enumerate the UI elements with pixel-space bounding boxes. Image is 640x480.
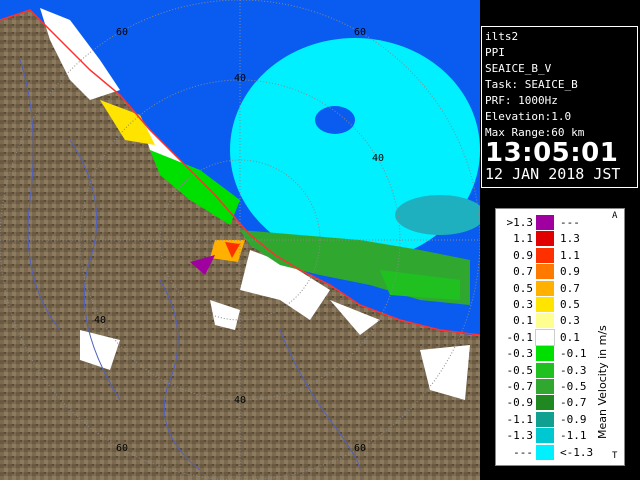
legend-label-min: 0.3 xyxy=(513,298,533,311)
legend-label-max: 0.5 xyxy=(560,298,580,311)
legend-label-min: -1.1 xyxy=(506,412,534,426)
legend-label-max: 0.1 xyxy=(560,330,580,344)
legend-swatch xyxy=(536,280,554,296)
legend-label-min: 1.1 xyxy=(513,232,533,246)
legend-swatch xyxy=(535,328,555,346)
radar-image xyxy=(0,0,480,480)
legend-label-max: -0.9 xyxy=(560,412,587,426)
ring-label: 60 xyxy=(354,443,367,454)
ring-label: 40 xyxy=(234,395,247,406)
legend-label-min: -1.3 xyxy=(506,429,534,443)
prf-line: PRF: 1000Hz xyxy=(485,94,558,107)
product-type: PPI xyxy=(485,46,505,59)
side-panel: ilts2 PPI SEAICE_B_V Task: SEAICE_B PRF:… xyxy=(480,0,640,480)
legend-swatch xyxy=(536,346,554,362)
legend-title: Mean Velocity in m/s xyxy=(596,325,609,439)
ring-label: 60 xyxy=(116,443,129,454)
legend-label-min: 0.5 xyxy=(513,281,533,295)
legend-swatch xyxy=(536,428,554,444)
legend-label-max: -0.3 xyxy=(560,363,587,377)
ring-label: 40 xyxy=(372,153,385,164)
legend-swatch xyxy=(536,264,554,280)
ring-label: 40 xyxy=(234,73,247,84)
legend-label-max: 0.9 xyxy=(560,265,580,279)
legend-label-min: -0.5 xyxy=(506,363,534,377)
legend-label-max: -0.5 xyxy=(560,380,587,393)
legend-label-max: -0.1 xyxy=(560,347,587,361)
legend-label-min: >1.3 xyxy=(506,216,534,229)
legend-swatch xyxy=(536,247,554,263)
scan-name: SEAICE_B_V xyxy=(485,62,552,75)
legend-label-min: --- xyxy=(513,445,533,459)
ring-label: 40 xyxy=(94,315,107,326)
legend-swatch xyxy=(536,379,554,394)
elevation-line: Elevation:1.0 xyxy=(485,110,572,123)
scan-info-box: ilts2 PPI SEAICE_B_V Task: SEAICE_B PRF:… xyxy=(481,26,638,188)
legend-label-max: 1.3 xyxy=(560,232,580,246)
legend-label-max: 1.1 xyxy=(560,248,580,262)
legend-swatch xyxy=(536,395,554,411)
legend-label-min: -0.3 xyxy=(506,347,534,361)
legend-label-min: -0.7 xyxy=(506,380,534,393)
legend-label-min: 0.9 xyxy=(513,248,533,262)
legend-label-max: 0.7 xyxy=(560,281,580,295)
legend-label-max: -1.1 xyxy=(560,429,587,443)
legend-swatch xyxy=(536,297,554,312)
legend-top-mark: A xyxy=(612,211,618,221)
legend-swatch xyxy=(536,411,554,427)
legend-label-min: -0.9 xyxy=(506,396,534,410)
legend-swatch xyxy=(536,313,554,329)
ring-label: 60 xyxy=(116,27,129,38)
velocity-legend: >1.3 --- 1.1 1.3 0.9 1.1 0.7 0.9 0.5 0.7 0.3 0.5 0.1… xyxy=(495,208,625,466)
radar-name: ilts2 xyxy=(485,30,519,43)
legend-label-min: 0.7 xyxy=(513,265,533,279)
radar-ppi-display[interactable]: 60 60 40 40 40 40 60 60 xyxy=(0,0,480,480)
legend-label-max: 0.3 xyxy=(560,314,580,328)
legend-label-max: <-1.3 xyxy=(560,445,594,459)
legend-label-min: -0.1 xyxy=(506,330,534,344)
ring-label: 60 xyxy=(354,27,367,38)
legend-label-max: -0.7 xyxy=(560,396,587,410)
legend-swatch xyxy=(536,231,554,247)
legend-label-max: --- xyxy=(560,216,580,229)
legend-label-min: 0.1 xyxy=(513,314,533,328)
legend-swatch xyxy=(536,362,554,378)
legend-swatch xyxy=(536,215,554,230)
legend-bottom-mark: T xyxy=(612,451,618,461)
legend-swatch xyxy=(536,444,554,460)
scan-time: 13:05:01 xyxy=(485,138,619,168)
scan-date: 12 JAN 2018 JST xyxy=(485,165,621,183)
task-line: Task: SEAICE_B xyxy=(485,78,578,91)
